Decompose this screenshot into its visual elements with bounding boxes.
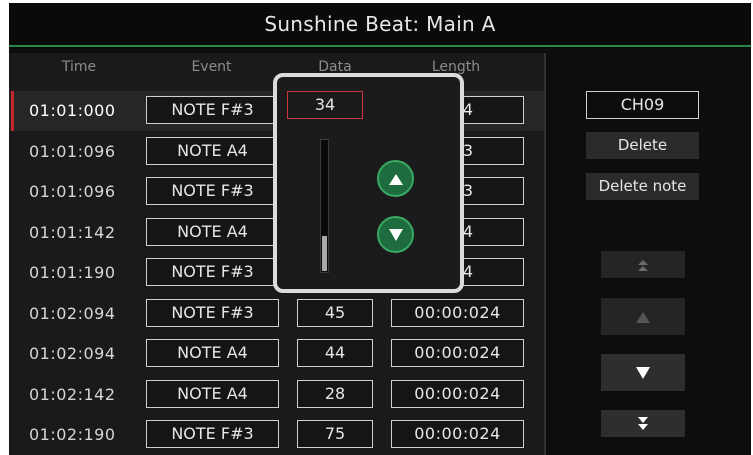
title-bar: Sunshine Beat: Main A [9, 3, 751, 47]
table-row[interactable]: 01:02:190 NOTE F#3 75 00:00:024 [9, 415, 544, 455]
scroll-up-button[interactable] [601, 298, 685, 335]
up-icon [636, 311, 650, 323]
down-arrow-icon [388, 228, 403, 241]
table-row[interactable]: 01:02:094 NOTE F#3 45 00:00:024 [9, 294, 544, 334]
row-length-field[interactable]: 00:00:024 [391, 379, 524, 408]
row-time: 01:01:190 [29, 263, 116, 282]
table-row[interactable]: 01:02:142 NOTE A4 28 00:00:024 [9, 375, 544, 415]
increment-button[interactable] [377, 160, 414, 197]
row-time: 01:01:096 [29, 141, 116, 161]
delete-note-button[interactable]: Delete note [586, 173, 699, 200]
row-event-field[interactable]: NOTE A4 [146, 217, 279, 246]
row-data-field[interactable]: 44 [297, 339, 373, 367]
row-time: 01:02:142 [29, 384, 116, 404]
row-length-field[interactable]: 00:00:024 [391, 298, 524, 327]
scroll-down-button[interactable] [601, 354, 685, 391]
row-time: 01:01:142 [29, 222, 116, 242]
decrement-button[interactable] [377, 216, 414, 253]
row-data-field[interactable]: 45 [297, 298, 373, 327]
scroll-bottom-button[interactable] [601, 410, 685, 437]
row-event-field[interactable]: NOTE F#3 [146, 177, 279, 205]
row-event-field[interactable]: NOTE A4 [146, 379, 279, 408]
row-length-field[interactable]: 00:00:024 [391, 339, 524, 367]
value-slider[interactable] [320, 139, 329, 273]
double-down-icon [638, 416, 648, 430]
column-header-time: Time [61, 59, 97, 75]
row-event-field[interactable]: NOTE A4 [146, 339, 279, 367]
delete-button[interactable]: Delete [586, 132, 699, 159]
page-title: Sunshine Beat: Main A [264, 12, 496, 36]
up-arrow-icon [388, 173, 403, 185]
row-time: 01:02:094 [29, 344, 116, 363]
row-time: 01:01:096 [29, 182, 116, 201]
row-length-field[interactable]: 00:00:024 [391, 420, 524, 448]
popup-value-field[interactable]: 34 [287, 91, 363, 119]
double-up-icon [638, 259, 648, 271]
row-event-field[interactable]: NOTE A4 [146, 136, 279, 165]
row-event-field[interactable]: NOTE F#3 [146, 420, 279, 448]
row-event-field[interactable]: NOTE F#3 [146, 298, 279, 327]
channel-selector[interactable]: CH09 [586, 91, 699, 119]
row-time: 01:01:000 [29, 101, 116, 120]
scroll-top-button[interactable] [601, 251, 685, 278]
row-event-field[interactable]: NOTE F#3 [146, 258, 279, 286]
down-icon [636, 366, 650, 379]
row-time: 01:02:190 [29, 425, 116, 444]
value-slider-fill [322, 236, 327, 271]
data-edit-popup: 34 [273, 73, 464, 293]
row-data-field[interactable]: 75 [297, 420, 373, 448]
column-header-event: Event [191, 59, 232, 75]
table-row[interactable]: 01:02:094 NOTE A4 44 00:00:024 [9, 334, 544, 374]
row-event-field[interactable]: NOTE F#3 [146, 96, 279, 124]
row-time: 01:02:094 [29, 303, 116, 323]
row-data-field[interactable]: 28 [297, 379, 373, 408]
